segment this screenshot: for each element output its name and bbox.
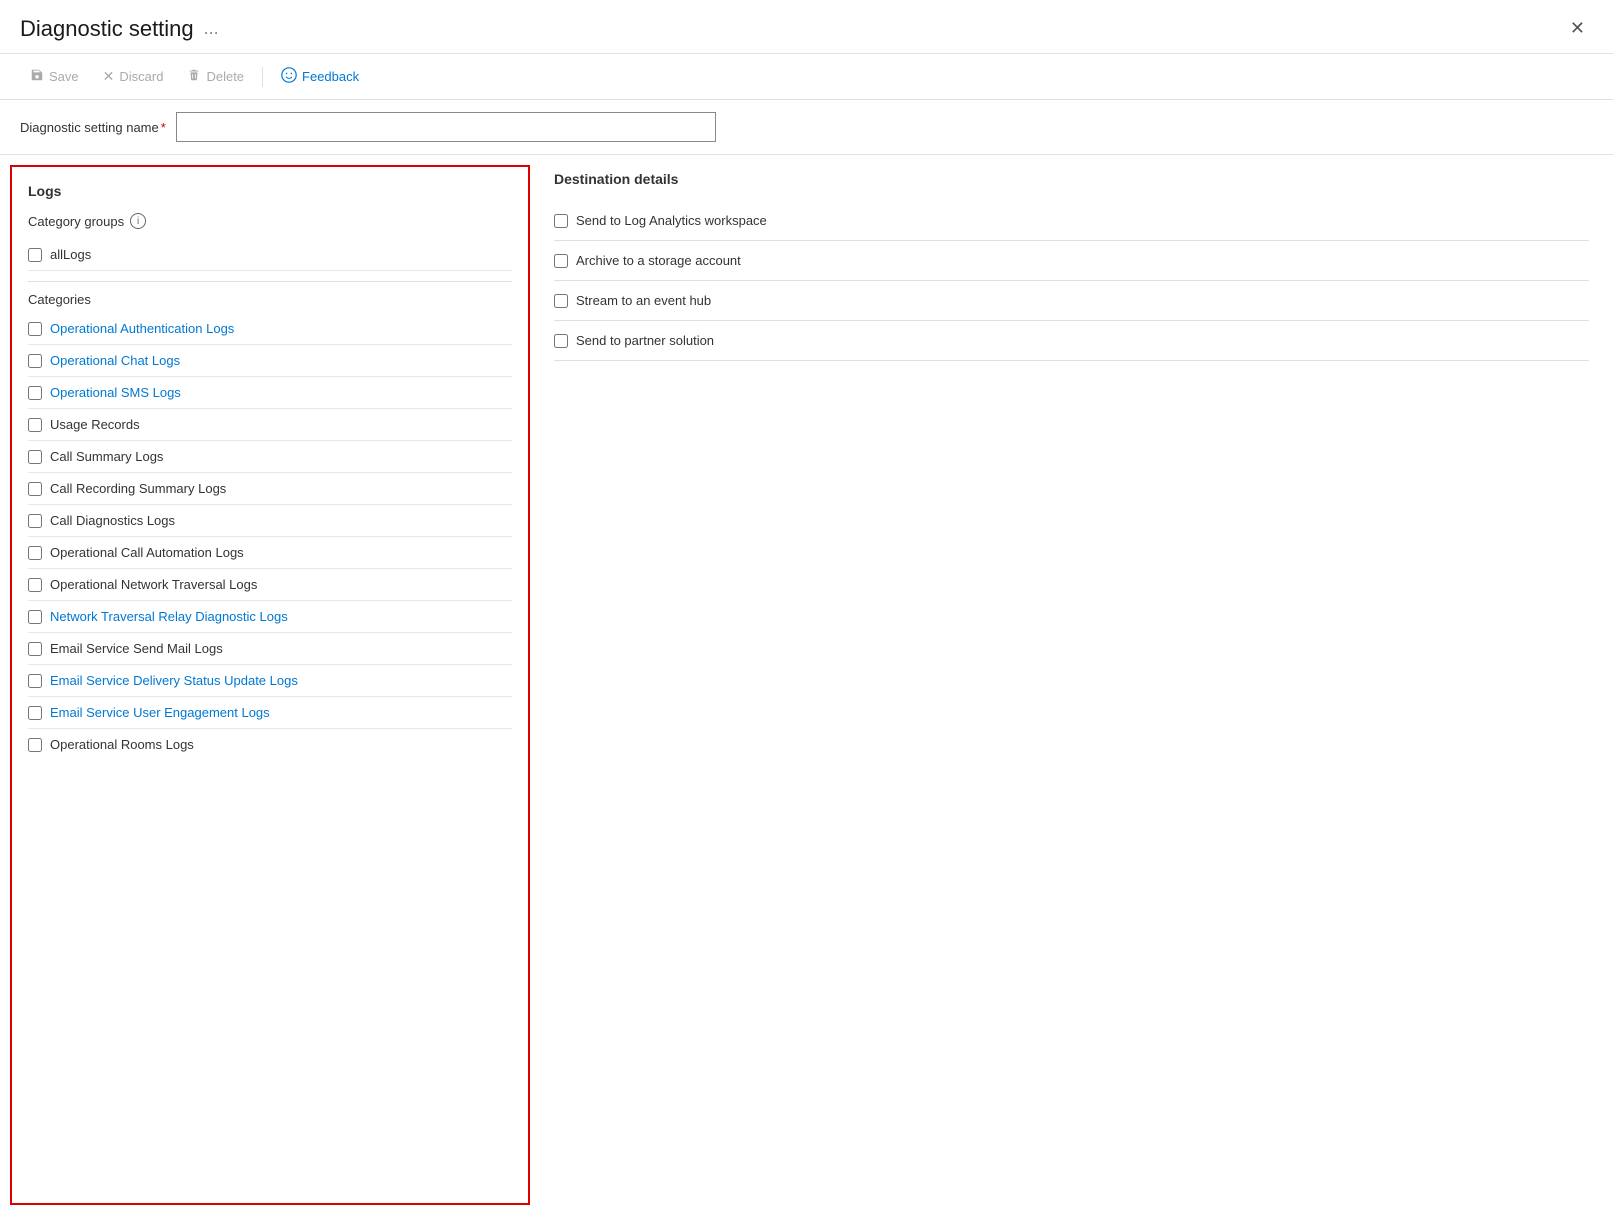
category-checkbox[interactable] xyxy=(28,418,42,432)
category-checkbox[interactable] xyxy=(28,546,42,560)
category-row: Usage Records xyxy=(28,409,512,441)
category-label: Operational Network Traversal Logs xyxy=(50,577,257,592)
category-label: Email Service Delivery Status Update Log… xyxy=(50,673,298,688)
all-logs-row: allLogs xyxy=(28,239,512,271)
save-icon xyxy=(30,68,44,85)
category-row: Operational Call Automation Logs xyxy=(28,537,512,569)
toolbar: Save ✕ Discard Delete Feedback xyxy=(0,54,1613,100)
destination-label: Stream to an event hub xyxy=(576,293,711,308)
destination-label: Send to partner solution xyxy=(576,333,714,348)
destination-row: Stream to an event hub xyxy=(554,281,1589,321)
save-label: Save xyxy=(49,69,79,84)
destination-row: Archive to a storage account xyxy=(554,241,1589,281)
category-label: Operational SMS Logs xyxy=(50,385,181,400)
category-row: Email Service User Engagement Logs xyxy=(28,697,512,729)
category-label: Email Service User Engagement Logs xyxy=(50,705,270,720)
all-logs-label: allLogs xyxy=(50,247,91,262)
category-checkbox[interactable] xyxy=(28,738,42,752)
destination-checkbox[interactable] xyxy=(554,214,568,228)
ellipsis-button[interactable]: ... xyxy=(204,18,219,39)
destination-checkbox[interactable] xyxy=(554,254,568,268)
discard-label: Discard xyxy=(119,69,163,84)
category-label: Operational Chat Logs xyxy=(50,353,180,368)
category-label: Operational Rooms Logs xyxy=(50,737,194,752)
title-bar: Diagnostic setting ... ✕ xyxy=(0,0,1613,54)
category-checkbox[interactable] xyxy=(28,706,42,720)
category-checkbox[interactable] xyxy=(28,322,42,336)
category-checkbox[interactable] xyxy=(28,578,42,592)
category-row: Operational Chat Logs xyxy=(28,345,512,377)
category-label: Call Diagnostics Logs xyxy=(50,513,175,528)
category-label: Usage Records xyxy=(50,417,140,432)
category-label: Operational Authentication Logs xyxy=(50,321,234,336)
destination-row: Send to Log Analytics workspace xyxy=(554,201,1589,241)
discard-button[interactable]: ✕ Discard xyxy=(93,63,174,90)
main-content: Logs Category groups i allLogs Categorie… xyxy=(0,155,1613,1215)
section-divider xyxy=(28,281,512,282)
category-row: Call Diagnostics Logs xyxy=(28,505,512,537)
setting-name-input[interactable] xyxy=(176,112,716,142)
setting-name-label: Diagnostic setting name* xyxy=(20,120,166,135)
category-checkbox[interactable] xyxy=(28,386,42,400)
destination-checkbox[interactable] xyxy=(554,334,568,348)
category-label: Operational Call Automation Logs xyxy=(50,545,244,560)
category-row: Operational SMS Logs xyxy=(28,377,512,409)
category-row: Operational Rooms Logs xyxy=(28,729,512,760)
category-checkbox[interactable] xyxy=(28,674,42,688)
delete-label: Delete xyxy=(206,69,244,84)
category-row: Email Service Delivery Status Update Log… xyxy=(28,665,512,697)
logs-panel: Logs Category groups i allLogs Categorie… xyxy=(10,165,530,1205)
setting-name-row: Diagnostic setting name* xyxy=(0,100,1613,155)
delete-icon xyxy=(187,68,201,85)
page-title: Diagnostic setting xyxy=(20,16,194,42)
all-logs-checkbox[interactable] xyxy=(28,248,42,262)
feedback-icon xyxy=(281,67,297,86)
category-row: Call Recording Summary Logs xyxy=(28,473,512,505)
category-row: Operational Network Traversal Logs xyxy=(28,569,512,601)
category-groups-label: Category groups xyxy=(28,214,124,229)
category-checkbox[interactable] xyxy=(28,514,42,528)
feedback-button[interactable]: Feedback xyxy=(271,62,369,91)
toolbar-separator xyxy=(262,67,263,87)
category-checkbox[interactable] xyxy=(28,354,42,368)
feedback-label: Feedback xyxy=(302,69,359,84)
destinations-list: Send to Log Analytics workspace Archive t… xyxy=(554,201,1589,361)
category-row: Operational Authentication Logs xyxy=(28,313,512,345)
destination-row: Send to partner solution xyxy=(554,321,1589,361)
category-groups-section: Category groups i xyxy=(28,213,512,229)
required-star: * xyxy=(161,120,166,135)
close-button[interactable]: ✕ xyxy=(1562,14,1593,43)
info-icon[interactable]: i xyxy=(130,213,146,229)
categories-list: Operational Authentication Logs Operation… xyxy=(28,313,512,760)
category-row: Network Traversal Relay Diagnostic Logs xyxy=(28,601,512,633)
category-checkbox[interactable] xyxy=(28,450,42,464)
category-label: Network Traversal Relay Diagnostic Logs xyxy=(50,609,288,624)
category-checkbox[interactable] xyxy=(28,610,42,624)
category-label: Call Recording Summary Logs xyxy=(50,481,226,496)
destination-label: Send to Log Analytics workspace xyxy=(576,213,767,228)
category-label: Call Summary Logs xyxy=(50,449,163,464)
categories-section-label: Categories xyxy=(28,292,512,307)
destination-checkbox[interactable] xyxy=(554,294,568,308)
category-checkbox[interactable] xyxy=(28,482,42,496)
delete-button[interactable]: Delete xyxy=(177,63,254,90)
category-row: Call Summary Logs xyxy=(28,441,512,473)
category-checkbox[interactable] xyxy=(28,642,42,656)
destination-panel-title: Destination details xyxy=(554,171,1589,187)
discard-icon: ✕ xyxy=(103,68,115,85)
destination-panel: Destination details Send to Log Analytic… xyxy=(530,155,1613,1215)
category-row: Email Service Send Mail Logs xyxy=(28,633,512,665)
destination-label: Archive to a storage account xyxy=(576,253,741,268)
title-bar-left: Diagnostic setting ... xyxy=(20,16,219,42)
logs-panel-title: Logs xyxy=(28,183,512,199)
category-label: Email Service Send Mail Logs xyxy=(50,641,223,656)
save-button[interactable]: Save xyxy=(20,63,89,90)
